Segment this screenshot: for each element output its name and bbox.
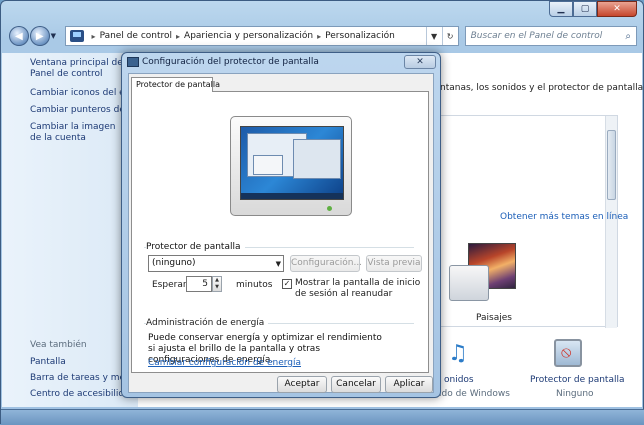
search-icon[interactable]: ⌕ bbox=[625, 31, 631, 42]
search-placeholder: Buscar en el Panel de control bbox=[470, 31, 603, 41]
preview-button[interactable]: Vista previa bbox=[366, 255, 422, 272]
screensaver-settings-dialog: Configuración del protector de pantalla … bbox=[121, 52, 441, 398]
power-management-group: Administración de energía Puede conserva… bbox=[144, 318, 432, 382]
minimize-button[interactable]: ▁ bbox=[549, 1, 573, 17]
resume-logon-label[interactable]: Mostrar la pantalla de inicio de sesión … bbox=[295, 278, 431, 300]
more-themes-link[interactable]: Obtener más temas en línea bbox=[500, 212, 628, 222]
sidebar-item-account-picture[interactable]: Cambiar la imagen de la cuenta bbox=[30, 122, 124, 144]
breadcrumb-item[interactable]: Panel de control bbox=[100, 31, 172, 41]
scrollbar-thumb[interactable] bbox=[607, 130, 616, 200]
screensaver-value: Ninguno bbox=[556, 389, 594, 399]
breadcrumb-chevron-icon[interactable]: ▸ bbox=[176, 32, 180, 41]
window-controls: ▁ ▢ ✕ bbox=[549, 1, 637, 17]
address-dropdown-icon[interactable]: ▼ bbox=[425, 27, 442, 45]
accept-button[interactable]: Aceptar bbox=[277, 376, 327, 393]
page-description: ntanas, los sonidos y el protector de pa… bbox=[440, 83, 644, 93]
breadcrumb-chevron-icon[interactable]: ▸ bbox=[317, 32, 321, 41]
power-group-title: Administración de energía bbox=[146, 318, 269, 328]
dialog-body: Protector de pantalla Protector de panta… bbox=[128, 73, 434, 393]
history-dropdown-icon[interactable]: ▼ bbox=[51, 32, 59, 40]
screensaver-selected-value: (ninguno) bbox=[152, 258, 196, 268]
see-also-heading: Vea también bbox=[30, 340, 87, 350]
back-button[interactable]: ◀ bbox=[9, 26, 29, 46]
minutes-label: minutos bbox=[236, 280, 273, 290]
breadcrumb-chevron-icon[interactable]: ▸ bbox=[92, 32, 96, 41]
theme-window-color-thumbnail bbox=[449, 265, 489, 301]
tab-screensaver[interactable]: Protector de pantalla bbox=[131, 77, 220, 92]
apply-button[interactable]: Aplicar bbox=[385, 376, 433, 393]
maximize-button[interactable]: ▢ bbox=[573, 1, 597, 17]
music-note-icon[interactable]: ♫ bbox=[448, 341, 468, 366]
screensaver-group-title: Protector de pantalla bbox=[146, 242, 245, 252]
refresh-icon[interactable]: ↻ bbox=[441, 27, 458, 45]
personalization-options: ♫ onidos ado de Windows Protector de pan… bbox=[422, 333, 642, 405]
taskbar bbox=[1, 409, 644, 425]
address-bar[interactable]: ▸ Panel de control ▸ Apariencia y person… bbox=[64, 26, 459, 46]
resume-logon-checkbox[interactable]: ✓ bbox=[282, 279, 292, 289]
dialog-title: Configuración del protector de pantalla bbox=[142, 57, 319, 67]
cancel-button[interactable]: Cancelar bbox=[331, 376, 381, 393]
settings-button[interactable]: Configuración... bbox=[290, 255, 362, 272]
wait-label: Esperar: bbox=[152, 280, 190, 290]
power-led-icon bbox=[327, 206, 332, 211]
search-input[interactable]: Buscar en el Panel de control ⌕ bbox=[464, 26, 637, 46]
sounds-value: ado de Windows bbox=[436, 389, 510, 399]
wait-minutes-stepper[interactable]: ▲ ▼ bbox=[212, 276, 222, 292]
close-window-button[interactable]: ✕ bbox=[597, 1, 637, 17]
screensaver-select[interactable]: (ninguno) ▼ bbox=[148, 255, 284, 272]
sounds-link[interactable]: onidos bbox=[444, 375, 474, 385]
address-controls: ▼ ↻ bbox=[425, 27, 458, 45]
see-also-display[interactable]: Pantalla bbox=[30, 357, 66, 367]
navigation-bar: ◀ ▶ ▼ ▸ Panel de control ▸ Apariencia y … bbox=[9, 25, 637, 47]
themes-scrollbar[interactable] bbox=[605, 116, 617, 328]
monitor-preview bbox=[230, 116, 352, 216]
monitor-preview-screen bbox=[240, 126, 344, 200]
monitor-icon bbox=[127, 57, 139, 67]
breadcrumb-item[interactable]: Personalización bbox=[325, 31, 395, 41]
theme-label: Paisajes bbox=[476, 313, 512, 323]
wait-minutes-input[interactable]: 5 bbox=[186, 276, 212, 292]
screensaver-icon[interactable] bbox=[554, 339, 582, 367]
screensaver-group: Protector de pantalla (ninguno) ▼ Config… bbox=[144, 242, 432, 306]
screensaver-link[interactable]: Protector de pantalla bbox=[530, 375, 625, 385]
breadcrumb-item[interactable]: Apariencia y personalización bbox=[184, 31, 313, 41]
forward-button[interactable]: ▶ bbox=[29, 26, 50, 46]
tab-panel: Protector de pantalla (ninguno) ▼ Config… bbox=[131, 91, 429, 373]
sidebar: Ventana principal del Panel de control C… bbox=[2, 53, 138, 407]
control-panel-icon bbox=[69, 30, 84, 42]
dialog-close-button[interactable]: ✕ bbox=[404, 55, 436, 69]
see-also-accessibility[interactable]: Centro de accesibilidad bbox=[30, 389, 135, 399]
theme-item-paisajes[interactable]: Paisajes bbox=[446, 243, 532, 323]
chevron-down-icon: ▼ bbox=[275, 260, 281, 268]
power-settings-link[interactable]: Cambiar configuración de energía bbox=[148, 358, 301, 368]
